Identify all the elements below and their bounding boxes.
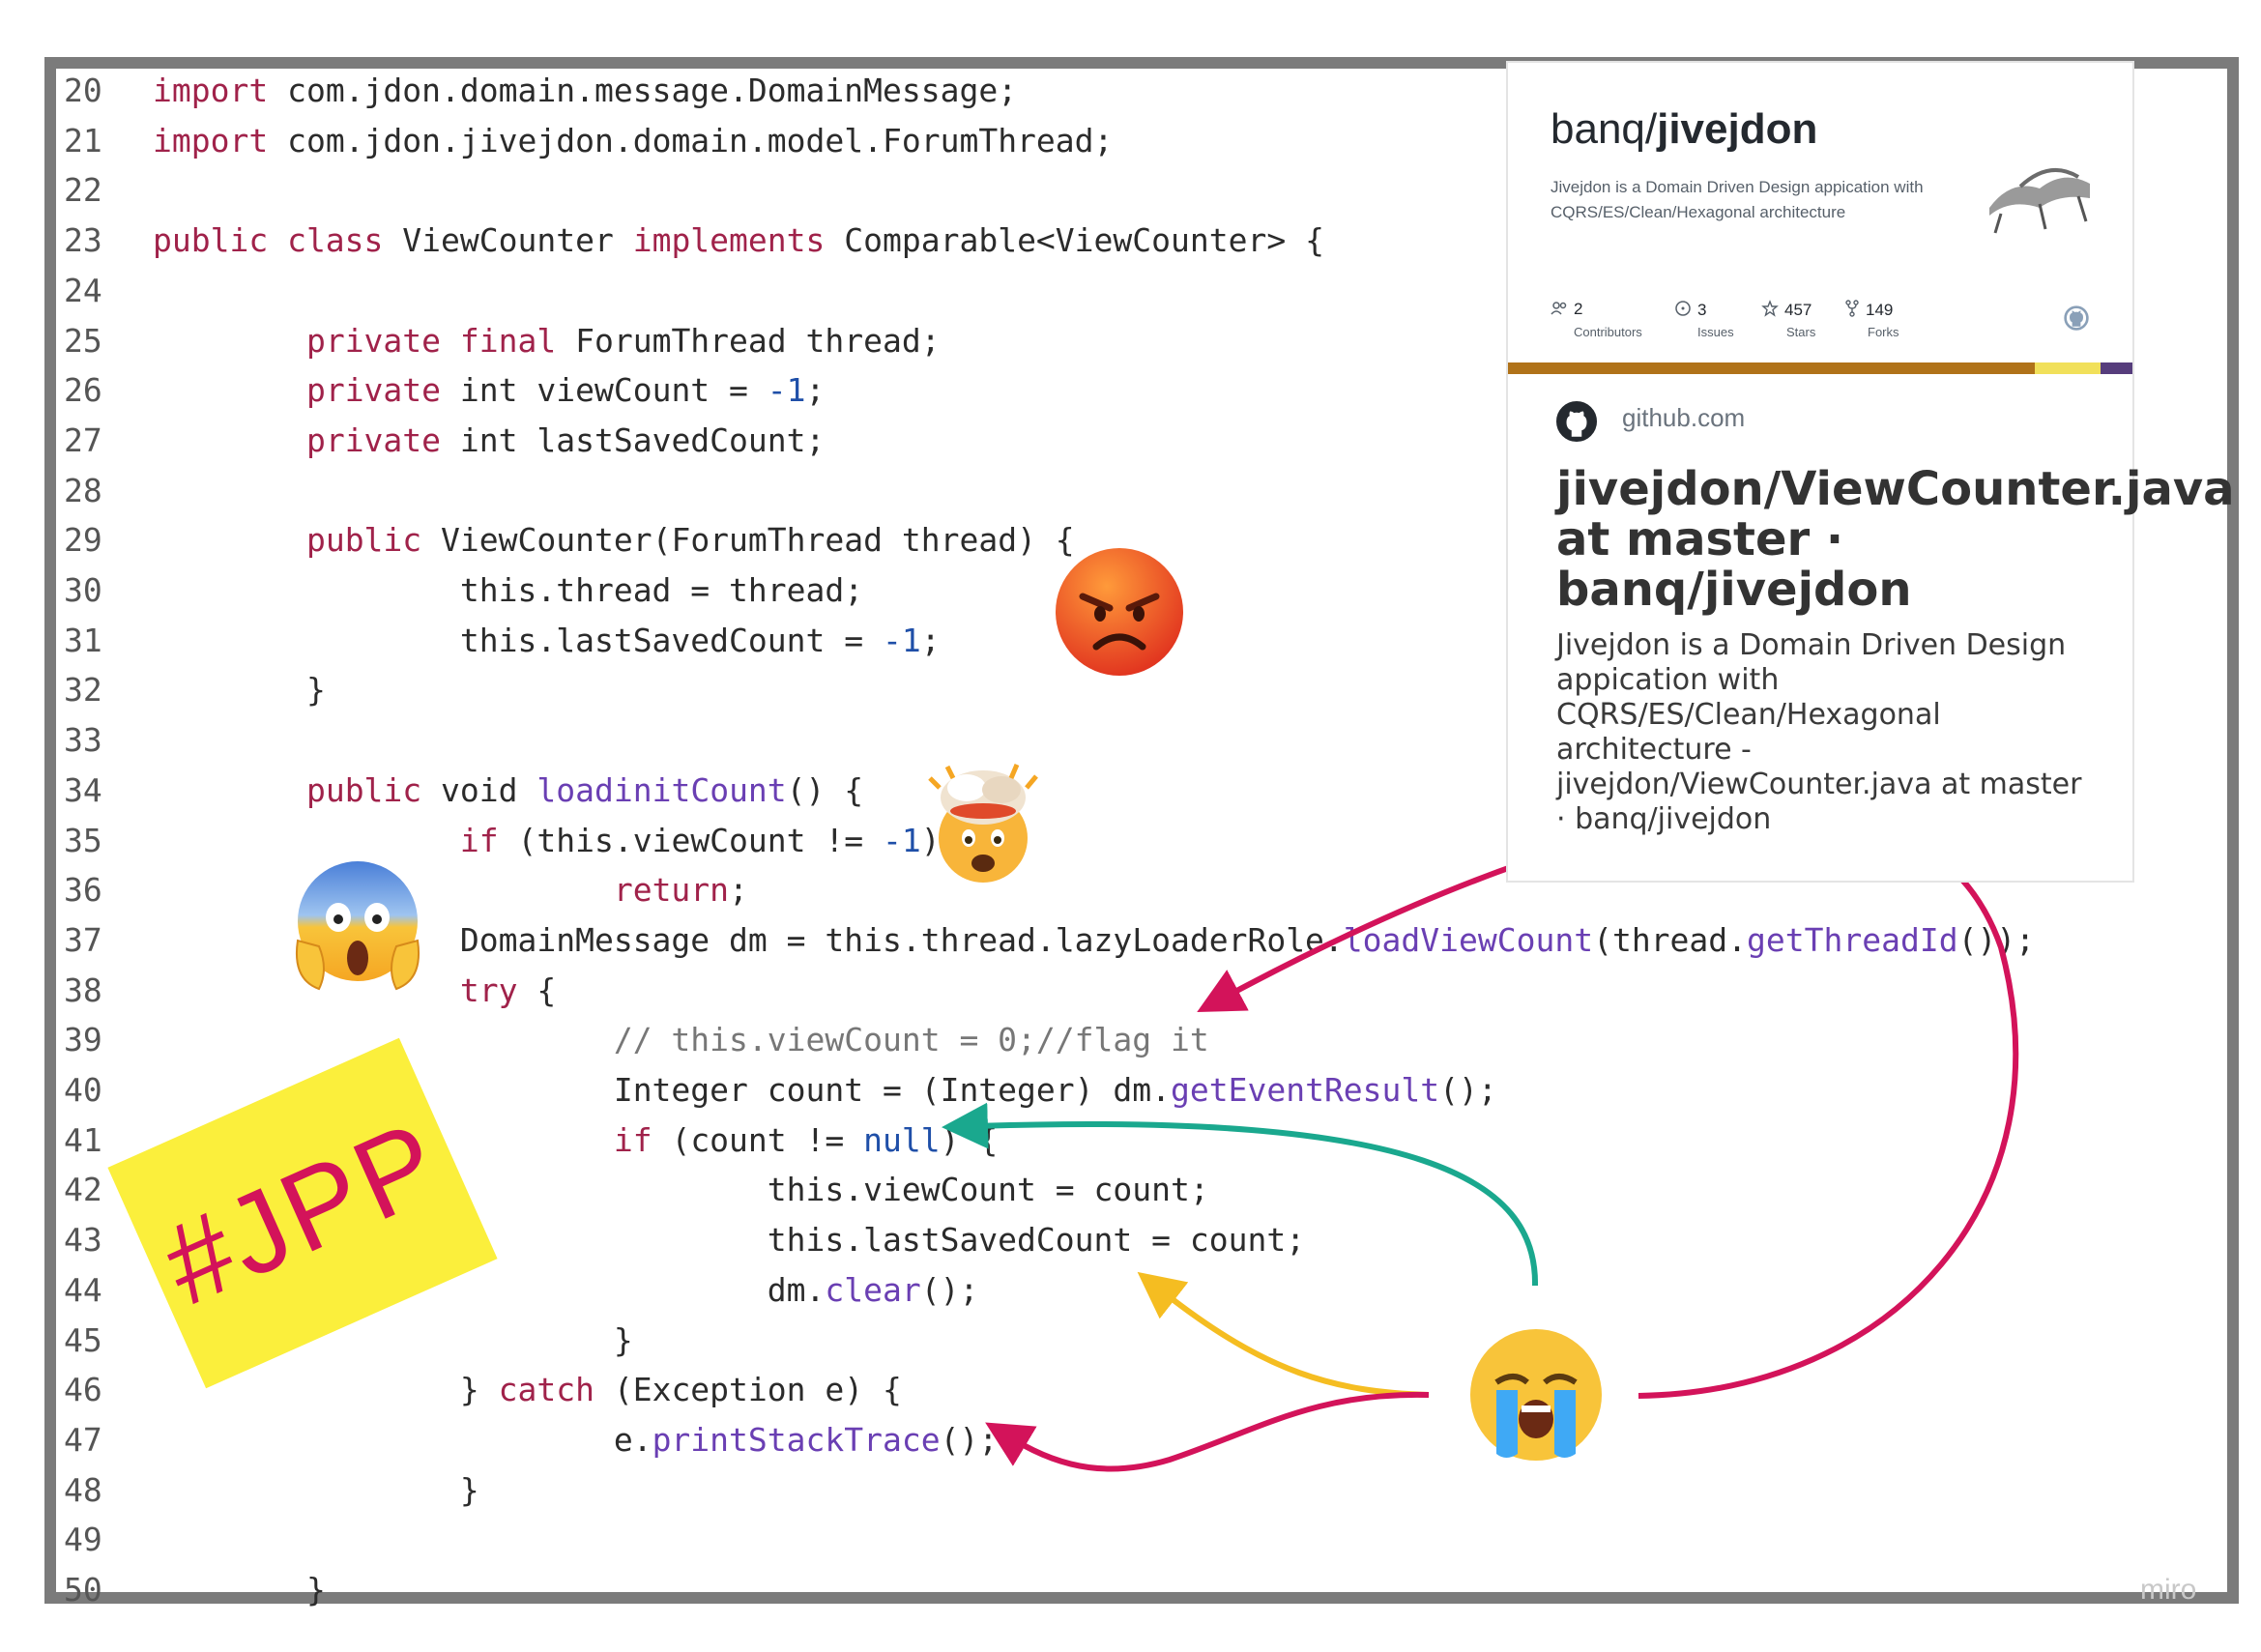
stat-issues[interactable]: 3 Issues [1674,300,1734,339]
stat-forks[interactable]: 149 Forks [1844,300,1899,339]
star-icon [1761,300,1779,317]
github-small-icon[interactable] [2063,304,2090,335]
stat-stars[interactable]: 457 Stars [1761,300,1815,339]
repo-name: jivejdon [1657,105,1818,153]
stat-forks-value: 149 [1866,301,1894,319]
magenta-arrow-to-line-38 [1197,808,2019,1399]
site-domain: github.com [1622,403,1746,432]
stat-issues-label: Issues [1697,325,1734,339]
stat-stars-value: 457 [1784,301,1812,319]
repo-description: Jivejdon is a Domain Driven Design appic… [1551,178,1924,221]
repo-title[interactable]: banq/jivejdon [1551,105,1817,154]
stat-contributors[interactable]: 2 Contributors [1551,300,1642,339]
stat-issues-value: 3 [1697,301,1707,319]
stat-stars-label: Stars [1786,325,1816,339]
repo-owner: banq/ [1551,105,1658,153]
page-description: Jivejdon is a Domain Driven Design appic… [1556,628,2082,836]
language-segment-java [1508,362,2035,374]
magenta-arrow-to-line-47 [985,1391,1430,1472]
issue-icon [1675,301,1691,316]
page-title[interactable]: jivejdon/ViewCounter.java at master · ba… [1556,464,2235,615]
yellow-arrow-to-line-44 [1137,1271,1430,1398]
miro-watermark: miro [2140,1574,2197,1606]
stat-forks-label: Forks [1868,325,1899,339]
github-link-preview-card[interactable]: banq/jivejdon Jivejdon is a Domain Drive… [1508,63,2235,881]
repo-owner-avatar [1982,140,2098,256]
github-logo-icon [1556,401,1597,446]
people-icon [1551,302,1567,315]
fork-icon [1845,300,1859,317]
teal-arrow-to-line-41 [942,1102,1539,1287]
stat-contributors-label: Contributors [1574,325,1642,339]
language-segment-css [2101,362,2132,374]
language-color-bar [1508,362,2132,374]
stat-contributors-value: 2 [1574,300,1583,318]
language-segment-javascript [2035,362,2101,374]
